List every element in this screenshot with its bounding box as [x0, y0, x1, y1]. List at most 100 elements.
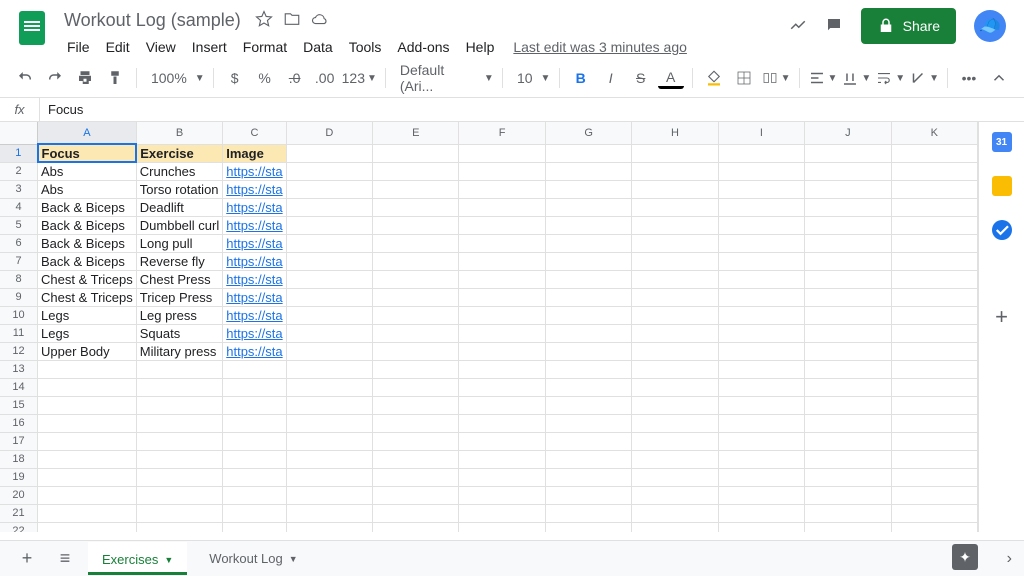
cell-F16[interactable] [459, 414, 545, 432]
cell-G19[interactable] [545, 468, 631, 486]
cell-C10[interactable]: https://sta [223, 306, 286, 324]
cell-E15[interactable] [373, 396, 459, 414]
cell-A18[interactable] [38, 450, 137, 468]
cell-B15[interactable] [136, 396, 222, 414]
cell-G17[interactable] [545, 432, 631, 450]
col-header-B[interactable]: B [136, 122, 222, 144]
cell-J19[interactable] [805, 468, 891, 486]
cell-F11[interactable] [459, 324, 545, 342]
cell-K3[interactable] [891, 180, 977, 198]
cell-K22[interactable] [891, 522, 977, 532]
cell-K8[interactable] [891, 270, 977, 288]
cell-J2[interactable] [805, 162, 891, 180]
cell-G9[interactable] [545, 288, 631, 306]
row-header-1[interactable]: 1 [0, 144, 38, 162]
cell-H3[interactable] [632, 180, 718, 198]
cell-G14[interactable] [545, 378, 631, 396]
decrease-decimal[interactable]: .0 [282, 65, 308, 91]
cell-K11[interactable] [891, 324, 977, 342]
cell-A21[interactable] [38, 504, 137, 522]
cell-E7[interactable] [373, 252, 459, 270]
cell-A19[interactable] [38, 468, 137, 486]
cell-H22[interactable] [632, 522, 718, 532]
cell-H21[interactable] [632, 504, 718, 522]
cell-F21[interactable] [459, 504, 545, 522]
cell-F22[interactable] [459, 522, 545, 532]
cell-K12[interactable] [891, 342, 977, 360]
row-header-7[interactable]: 7 [0, 252, 38, 270]
cell-I2[interactable] [718, 162, 804, 180]
row-header-13[interactable]: 13 [0, 360, 38, 378]
cell-F7[interactable] [459, 252, 545, 270]
cell-K14[interactable] [891, 378, 977, 396]
cell-K7[interactable] [891, 252, 977, 270]
undo-button[interactable] [12, 65, 38, 91]
menu-edit[interactable]: Edit [99, 35, 137, 59]
cell-E18[interactable] [373, 450, 459, 468]
cell-C13[interactable] [223, 360, 286, 378]
cell-K19[interactable] [891, 468, 977, 486]
rotate-button[interactable]: ▼ [909, 65, 939, 91]
cell-K18[interactable] [891, 450, 977, 468]
row-header-3[interactable]: 3 [0, 180, 38, 198]
cell-F9[interactable] [459, 288, 545, 306]
cell-G10[interactable] [545, 306, 631, 324]
cell-J5[interactable] [805, 216, 891, 234]
cell-B2[interactable]: Crunches [136, 162, 222, 180]
cell-H5[interactable] [632, 216, 718, 234]
cell-D13[interactable] [286, 360, 372, 378]
wrap-button[interactable]: ▼ [875, 65, 905, 91]
cell-F18[interactable] [459, 450, 545, 468]
col-header-G[interactable]: G [545, 122, 631, 144]
row-header-4[interactable]: 4 [0, 198, 38, 216]
cell-A8[interactable]: Chest & Triceps [38, 270, 137, 288]
col-header-J[interactable]: J [805, 122, 891, 144]
cell-E5[interactable] [373, 216, 459, 234]
cell-B6[interactable]: Long pull [136, 234, 222, 252]
cell-B17[interactable] [136, 432, 222, 450]
menu-help[interactable]: Help [459, 35, 502, 59]
fill-color-button[interactable] [701, 65, 727, 91]
cell-E4[interactable] [373, 198, 459, 216]
tab-exercises[interactable]: Exercises▼ [88, 542, 187, 575]
cell-J11[interactable] [805, 324, 891, 342]
cell-E6[interactable] [373, 234, 459, 252]
cell-E8[interactable] [373, 270, 459, 288]
cell-D5[interactable] [286, 216, 372, 234]
cell-I14[interactable] [718, 378, 804, 396]
cell-A4[interactable]: Back & Biceps [38, 198, 137, 216]
cell-I17[interactable] [718, 432, 804, 450]
cell-C15[interactable] [223, 396, 286, 414]
row-header-15[interactable]: 15 [0, 396, 38, 414]
cell-H14[interactable] [632, 378, 718, 396]
cell-A6[interactable]: Back & Biceps [38, 234, 137, 252]
cell-I9[interactable] [718, 288, 804, 306]
cell-J16[interactable] [805, 414, 891, 432]
cell-B1[interactable]: Exercise [136, 144, 222, 162]
calendar-icon[interactable]: 31 [992, 132, 1012, 152]
redo-button[interactable] [42, 65, 68, 91]
cell-H4[interactable] [632, 198, 718, 216]
cell-J4[interactable] [805, 198, 891, 216]
cell-K17[interactable] [891, 432, 977, 450]
cell-A17[interactable] [38, 432, 137, 450]
row-header-22[interactable]: 22 [0, 522, 38, 532]
cell-H20[interactable] [632, 486, 718, 504]
cell-G11[interactable] [545, 324, 631, 342]
cell-I1[interactable] [718, 144, 804, 162]
cell-H1[interactable] [632, 144, 718, 162]
borders-button[interactable] [731, 65, 757, 91]
cell-B22[interactable] [136, 522, 222, 532]
col-header-D[interactable]: D [286, 122, 372, 144]
cell-I4[interactable] [718, 198, 804, 216]
cell-C16[interactable] [223, 414, 286, 432]
cell-D14[interactable] [286, 378, 372, 396]
row-header-2[interactable]: 2 [0, 162, 38, 180]
cell-D9[interactable] [286, 288, 372, 306]
cell-F4[interactable] [459, 198, 545, 216]
cell-D18[interactable] [286, 450, 372, 468]
cell-K15[interactable] [891, 396, 977, 414]
cell-E2[interactable] [373, 162, 459, 180]
cell-E19[interactable] [373, 468, 459, 486]
cell-I5[interactable] [718, 216, 804, 234]
